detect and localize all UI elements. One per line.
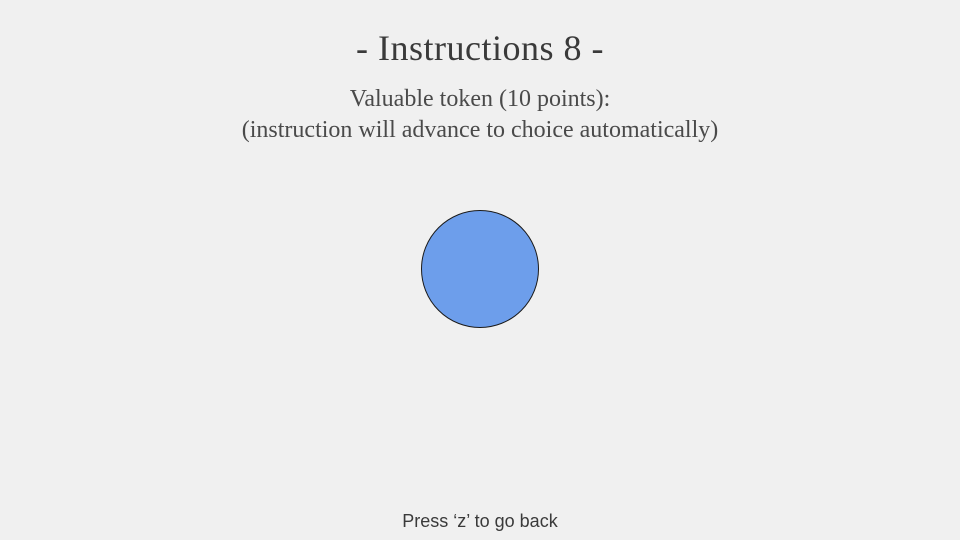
token-label: Valuable token (10 points): <box>349 86 611 112</box>
go-back-hint: Press ‘z’ to go back <box>402 511 558 531</box>
auto-advance-note: (instruction will advance to choice auto… <box>241 117 719 143</box>
blue-token-circle-icon <box>421 210 539 328</box>
page-title: - Instructions 8 - <box>356 28 604 68</box>
instruction-screen: - Instructions 8 - Valuable token (10 po… <box>0 0 960 540</box>
